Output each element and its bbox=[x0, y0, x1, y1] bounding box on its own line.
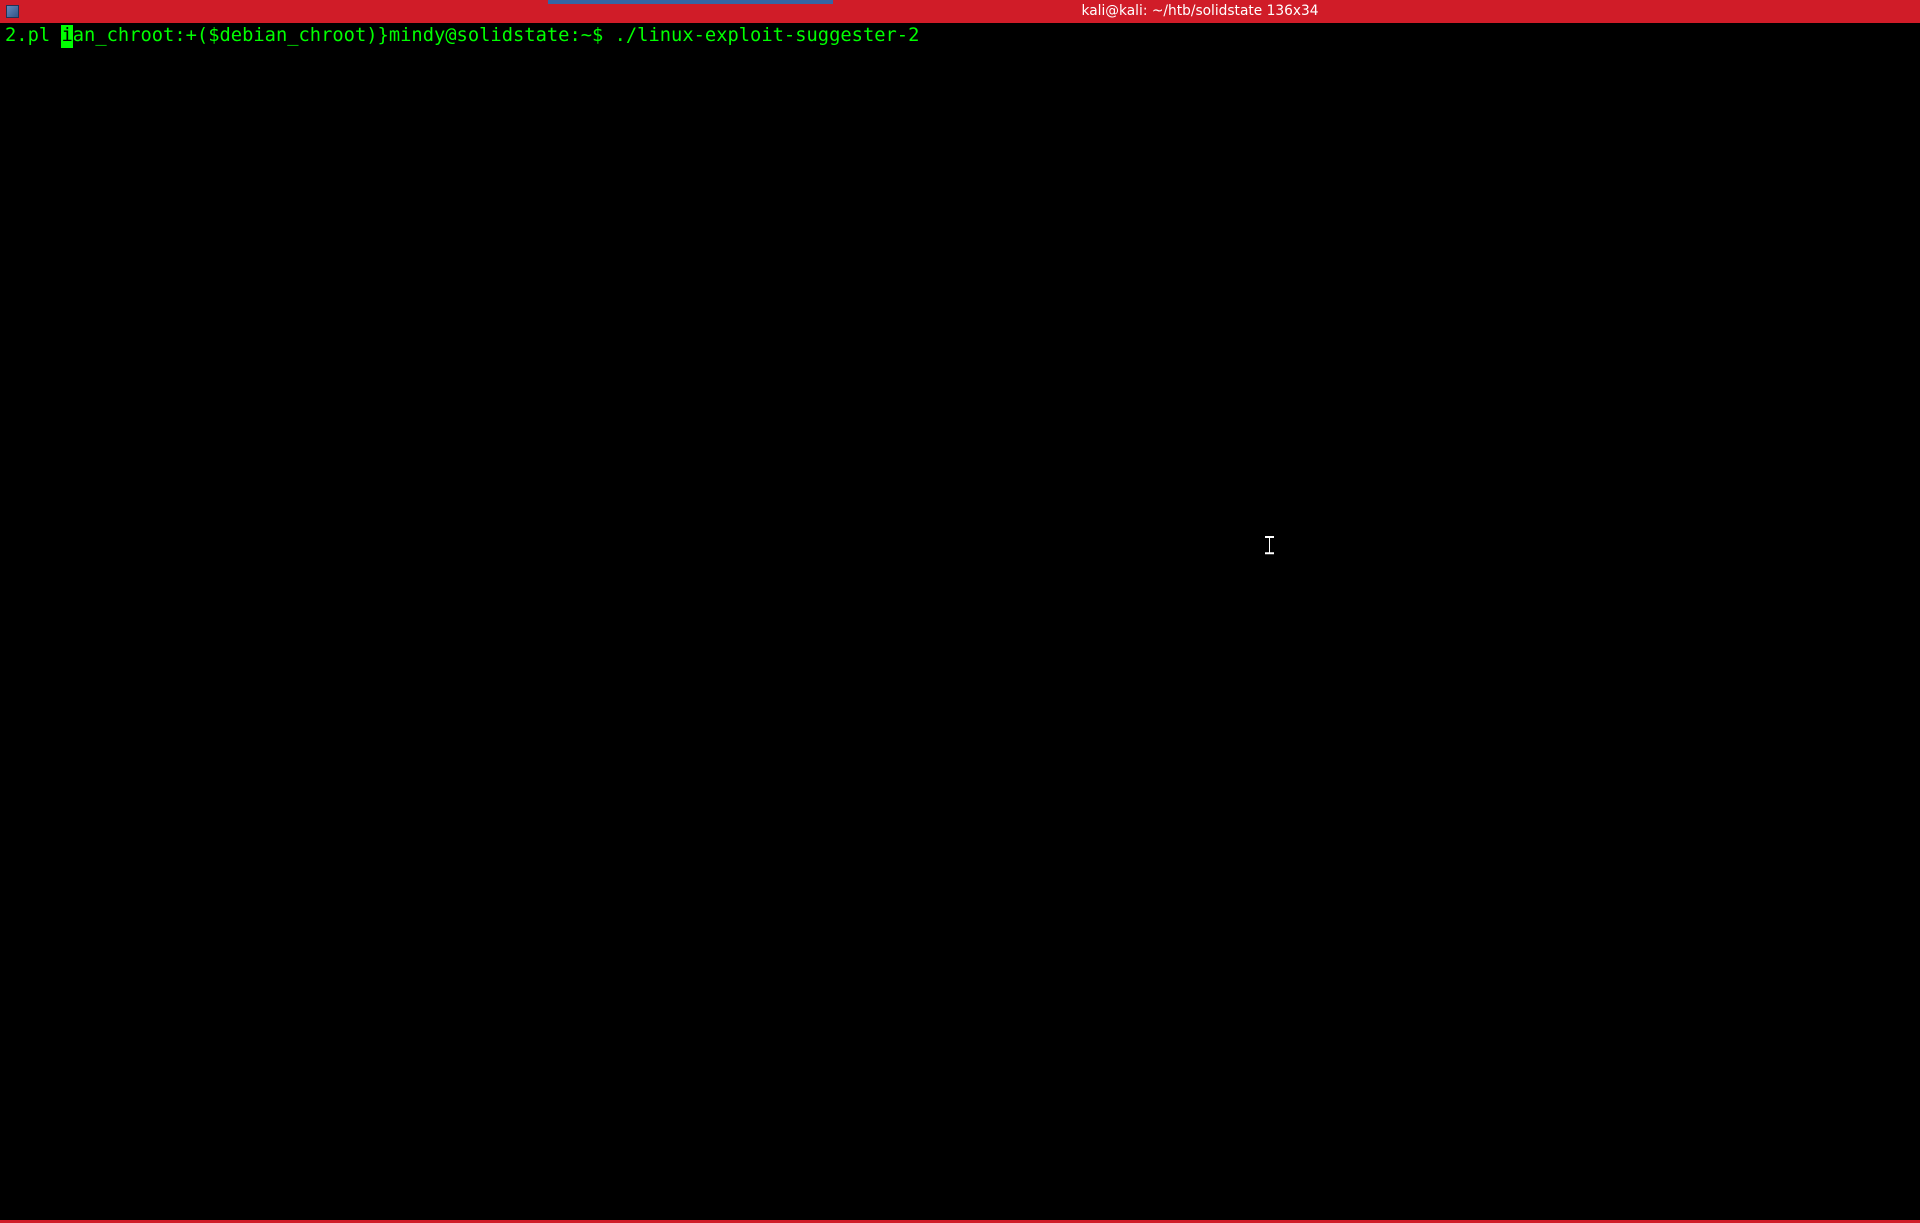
prompt-text: an_chroot:+($debian_chroot)}mindy@solids… bbox=[73, 25, 920, 48]
terminal-cursor: i bbox=[61, 25, 72, 48]
window-border-bottom bbox=[0, 1220, 1920, 1223]
terminal-line: 2.pl ian_chroot:+($debian_chroot)}mindy@… bbox=[5, 25, 1920, 48]
terminal-window: kali@kali: ~/htb/solidstate 136x34 2.pl … bbox=[0, 0, 1920, 1223]
title-bar-tab-indicator bbox=[548, 0, 833, 4]
title-bar[interactable]: kali@kali: ~/htb/solidstate 136x34 bbox=[0, 0, 1920, 23]
terminal-content[interactable]: 2.pl ian_chroot:+($debian_chroot)}mindy@… bbox=[0, 23, 1920, 1221]
window-menu-icon[interactable] bbox=[5, 4, 20, 19]
mouse-text-cursor bbox=[1269, 536, 1272, 554]
window-title: kali@kali: ~/htb/solidstate 136x34 bbox=[1082, 3, 1319, 19]
prompt-prefix: 2.pl bbox=[5, 25, 61, 48]
